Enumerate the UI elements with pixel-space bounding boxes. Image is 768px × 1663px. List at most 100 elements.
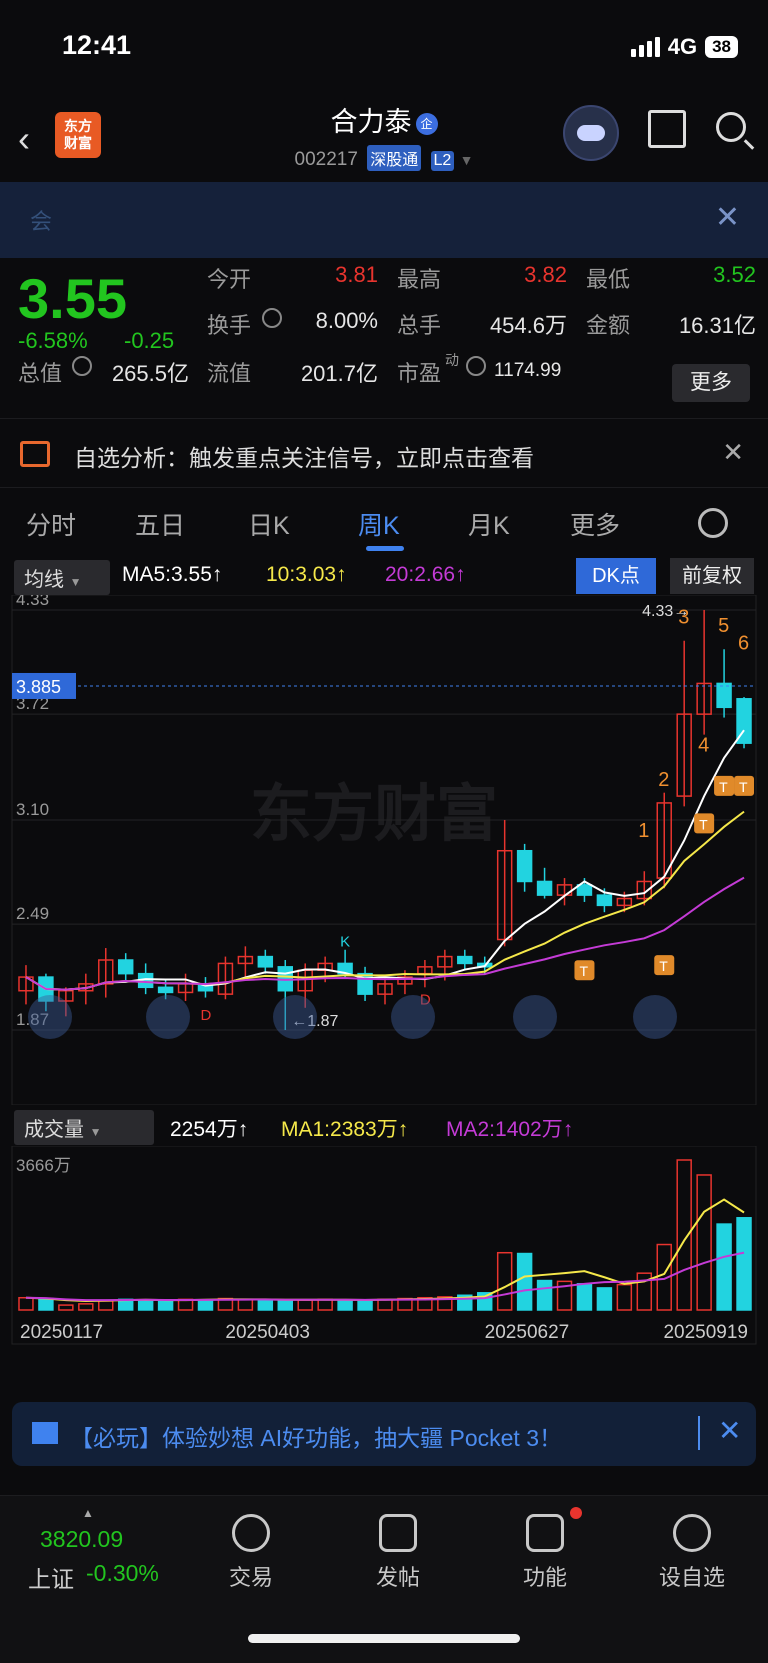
tab-more[interactable]: 更多 [570,506,620,542]
adjust-button[interactable]: 前复权 [670,558,754,594]
info-icon[interactable] [262,308,282,328]
crosshair-price-label: 3.885 [16,677,61,697]
open-label: 今开 [207,267,252,292]
volume-bar [736,1217,752,1311]
dk-button[interactable]: DK点 [576,558,656,594]
volume-bar [277,1299,294,1311]
signal-number: 6 [738,632,749,654]
tab-five-day[interactable]: 五日 [135,506,185,542]
stock-code: 002217 [294,149,358,170]
amount-value: 16.31亿 [678,313,756,338]
volume-bar [616,1283,633,1311]
dropdown-icon[interactable]: ▼ [460,152,474,168]
candle-body [716,682,732,709]
tab-weekly-k[interactable]: 周K [358,506,400,542]
info-icon[interactable] [72,356,92,376]
high-value: 3.82 [524,262,567,287]
t-marker-label: T [699,816,708,832]
float-label: 流值 [207,361,252,386]
status-time: 12:41 [62,30,132,60]
mktcap-label: 总值 [18,361,63,386]
volume-select[interactable]: 成交量 ▼ [14,1110,154,1145]
battery-icon: 38 [705,36,738,58]
volume-bar [317,1298,333,1311]
stock-subtitle[interactable]: 002217 深股通 L2 ▼ [0,145,768,171]
enterprise-badge: 企 [415,112,438,135]
watermark: 东方财富 [250,780,498,849]
search-icon[interactable] [716,112,746,142]
current-price: 3.55 [18,267,127,330]
turnover-label: 换手 [207,313,252,338]
ai-assistant-icon[interactable] [563,105,619,161]
candle-body [576,884,593,896]
pe-superscript: 动 [445,352,459,368]
zoom-in-button[interactable] [146,995,190,1039]
volume-bar [78,1303,94,1311]
share-icon[interactable] [648,110,686,148]
volume-bar [516,1252,533,1311]
volume-bar [38,1297,54,1311]
candle-body [457,955,473,965]
promo-bar[interactable]: 【必玩】体验妙想 AI好功能，抽大疆 Pocket 3！ ✕ [12,1402,756,1466]
signal-number: 1 [638,820,649,842]
volume-legend-row: 成交量 ▼ 2254万↑ MA1:2383万↑ MA2:1402万↑ [0,1108,768,1145]
index-change[interactable]: -0.30% [86,1560,159,1587]
ma5-value: MA5:3.55↑ [122,563,223,586]
divider [698,1416,700,1450]
more-button[interactable]: 更多 [672,364,750,402]
ma20-value: 20:2.66↑ [385,563,466,586]
zoom-out-button[interactable] [28,995,72,1039]
tab-daily-k[interactable]: 日K [248,506,290,542]
tab-intraday[interactable]: 分时 [26,506,76,542]
notification-dot [570,1507,582,1519]
t-marker-label: T [579,963,588,979]
nav-trade[interactable]: 交易 [196,1514,306,1592]
notice-bar[interactable]: 会 ✕ [0,182,768,258]
nav-post[interactable]: 发帖 [343,1514,453,1592]
analysis-signal-bar[interactable]: 自选分析：触发重点关注信号，立即点击查看 ✕ [0,418,768,488]
megaphone-icon [32,1422,58,1444]
gear-icon[interactable] [698,508,728,538]
indicator-select-label: 均线 [24,569,64,591]
close-icon[interactable]: ✕ [718,1414,741,1447]
kline-chart[interactable]: 东方财富 4.333.723.102.491.873.8854.33→←1.87… [0,595,768,1105]
volume-bar [357,1299,373,1311]
change-percent: -6.58% [18,328,88,353]
add-button[interactable] [273,995,317,1039]
indicator-select[interactable]: 均线 ▼ [14,560,110,595]
candle-body [516,849,533,883]
status-indicators: 4G 38 [630,34,738,60]
close-icon[interactable]: ✕ [715,200,740,235]
volume-chart[interactable]: 3666万 20250117 20250403 20250627 20250919 [0,1146,768,1354]
volume-bar [696,1174,712,1311]
scroll-left-button[interactable] [391,995,435,1039]
volume-bar [337,1299,353,1311]
index-name[interactable]: 上证 [28,1560,74,1594]
close-icon[interactable]: ✕ [722,437,744,468]
y-tick-label: 4.33 [16,595,49,609]
edit-icon [379,1514,417,1552]
x-tick-label: 20250403 [225,1322,310,1343]
tab-monthly-k[interactable]: 月K [468,506,510,542]
ma5-line [25,729,745,991]
scroll-right-button[interactable] [513,995,557,1039]
volume-bar [536,1279,553,1311]
pe-value: 1174.99 [494,360,562,381]
info-icon[interactable] [466,356,486,376]
y-tick-label: 3.10 [16,800,49,819]
nav-features[interactable]: 功能 [490,1514,600,1592]
nav-post-label: 发帖 [375,1565,420,1590]
notice-text: 会 [30,209,53,234]
fullscreen-button[interactable] [633,995,677,1039]
mktcap-value: 265.5亿 [111,361,189,386]
volume-ma2-line [25,1251,745,1302]
signal-text: 自选分析：触发重点关注信号，立即点击查看 [74,445,534,471]
market-tag: 深股通 [367,145,422,171]
index-value[interactable]: 3820.09 [40,1526,123,1553]
candle-body [596,894,613,907]
x-tick-label: 20250117 [20,1322,103,1343]
signal-icon [630,37,660,57]
nav-watchlist[interactable]: 设自选 [637,1514,747,1592]
volume-bar [197,1299,214,1311]
home-indicator[interactable] [248,1634,520,1643]
